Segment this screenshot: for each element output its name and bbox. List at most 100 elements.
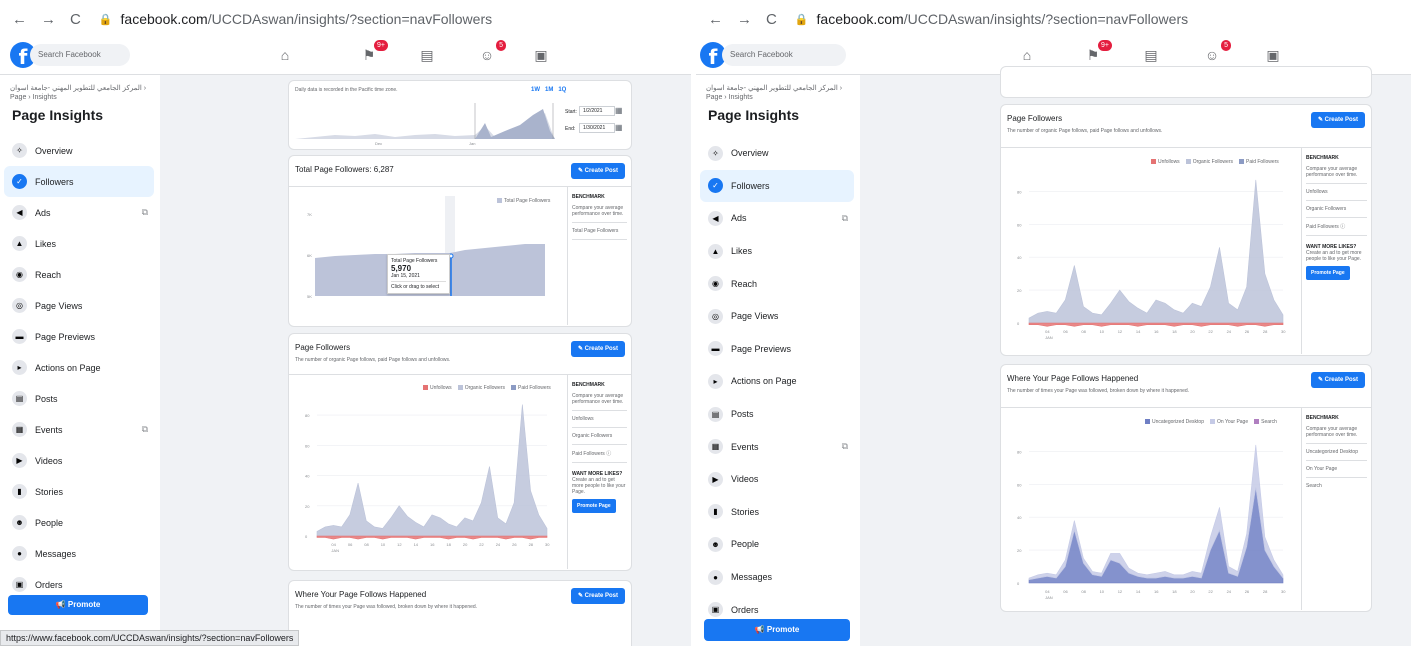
create-post-button[interactable]: ✎ Create Post [570,163,625,179]
sidebar-item-followers[interactable]: ✓ Followers [700,169,854,203]
legend-item: Unfollows [423,385,452,391]
create-post-button[interactable]: ✎ Create Post [1310,112,1365,128]
preview-icon: ▬ [12,329,27,344]
sidebar-item-overview[interactable]: ✧ Overview [700,137,854,170]
sidebar-item-page-views[interactable]: ◎ Page Views [4,290,154,321]
back-icon[interactable]: ← [12,11,27,28]
sidebar-item-videos[interactable]: ▶ Videos [4,445,154,476]
sidebar-item-videos[interactable]: ▶ Videos [700,463,854,496]
sidebar-item-stories[interactable]: ▮ Stories [700,496,854,529]
external-link-icon[interactable]: ⧉ [142,424,148,435]
create-post-button[interactable]: ✎ Create Post [570,341,625,357]
address-bar[interactable]: facebook.com/UCCDAswan/insights/?section… [817,11,1189,27]
sidebar-item-events[interactable]: ▦ Events ⧉ [4,414,154,445]
reload-icon[interactable]: C [766,11,777,28]
forward-icon[interactable]: → [41,11,56,28]
sidebar-item-actions-on-page[interactable]: ▸ Actions on Page [4,352,154,383]
sidebar-item-likes[interactable]: ▲ Likes [700,235,854,268]
messages-icon: ● [12,546,27,561]
calendar-icon[interactable]: ▦ [615,123,623,132]
sidebar-item-stories[interactable]: ▮ Stories [4,476,154,507]
sidebar-item-messages[interactable]: ● Messages [700,561,854,594]
sidebar-item-reach[interactable]: ◉ Reach [700,267,854,300]
benchmark-row[interactable]: Organic Followers [1306,201,1367,218]
benchmark-row[interactable]: Organic Followers [572,428,627,445]
pages-flag-icon[interactable]: ⚑ 9+ [1082,40,1112,66]
range-1m[interactable]: 1M [545,87,553,93]
info-icon[interactable]: ⓘ [606,451,611,457]
search-input[interactable]: Search Facebook [722,44,846,66]
x-tick-label: 08 [1081,589,1086,594]
home-icon[interactable]: ⌂ [1016,44,1038,66]
create-post-label: Create Post [584,346,618,352]
groups-icon[interactable]: ☺ 5 [476,40,506,66]
mini-timeline[interactable] [295,101,555,141]
forward-icon[interactable]: → [737,11,752,28]
sidebar-item-page-previews[interactable]: ▬ Page Previews [700,333,854,366]
external-link-icon[interactable]: ⧉ [842,213,848,224]
benchmark-row[interactable]: Total Page Followers [572,223,627,240]
y-tick-label: 40 [1017,515,1022,520]
sidebar-item-label: Orders [731,604,759,615]
sidebar-item-messages[interactable]: ● Messages [4,538,154,569]
sidebar-item-posts[interactable]: ▤ Posts [700,398,854,431]
breadcrumb[interactable]: المركز الجامعي للتطوير المهني -جامعة اسو… [706,84,846,102]
promote-page-button[interactable]: Promote Page [1306,266,1350,280]
breadcrumb[interactable]: المركز الجامعي للتطوير المهني -جامعة اسو… [10,84,150,102]
address-bar[interactable]: facebook.com/UCCDAswan/insights/?section… [121,11,493,27]
sidebar-item-overview[interactable]: ✧ Overview [4,135,154,166]
sidebar-item-events[interactable]: ▦ Events ⧉ [700,430,854,463]
range-1w[interactable]: 1W [531,87,540,93]
gaming-icon[interactable]: ▣ [530,44,552,66]
benchmark-row[interactable]: Paid Followers ⓘ [572,445,627,463]
benchmark-row[interactable]: Search [1306,478,1367,494]
sidebar-item-ads[interactable]: ◀ Ads ⧉ [700,202,854,235]
sidebar-item-page-views[interactable]: ◎ Page Views [700,300,854,333]
benchmark-row[interactable]: Paid Followers ⓘ [1306,218,1367,236]
groups-icon[interactable]: ☺ 5 [1201,40,1231,66]
start-date-field[interactable]: 1/2/2021 [579,106,615,116]
range-1q[interactable]: 1Q [558,87,566,93]
where-follows-chart[interactable]: 80 60 40 20 0 04 06 08 10 12 14 16 18 20 22 24 26 28 30 JAN [1015,431,1287,603]
back-icon[interactable]: ← [708,11,723,28]
promote-page-button[interactable]: Promote Page [572,499,616,513]
sidebar-item-likes[interactable]: ▲ Likes [4,228,154,259]
sidebar-item-people[interactable]: ☻ People [700,528,854,561]
marketplace-icon[interactable]: ▤ [416,44,438,66]
page-followers-chart[interactable]: 80 60 40 20 0 04 06 08 10 12 14 16 18 20 22 24 26 28 30 JAN [303,396,551,556]
sidebar-item-reach[interactable]: ◉ Reach [4,259,154,290]
calendar-icon[interactable]: ▦ [615,106,623,115]
sidebar-item-ads[interactable]: ◀ Ads ⧉ [4,197,154,228]
gaming-icon[interactable]: ▣ [1262,44,1284,66]
benchmark-row[interactable]: On Your Page [1306,461,1367,478]
page-followers-card: Page Followers The number of organic Pag… [1000,104,1372,356]
card-title: Page Followers [295,343,351,352]
promote-button[interactable]: 📢 Promote [704,619,850,641]
y-tick: 6K [307,253,312,258]
benchmark-row[interactable]: Unfollows [572,411,627,428]
sidebar-item-actions-on-page[interactable]: ▸ Actions on Page [700,365,854,398]
benchmark-row[interactable]: Unfollows [1306,184,1367,201]
sidebar-item-posts[interactable]: ▤ Posts [4,383,154,414]
promote-button[interactable]: 📢 Promote [8,595,148,615]
create-post-button[interactable]: ✎ Create Post [570,588,625,604]
legend-item: Organic Followers [1185,159,1233,165]
video-icon: ▶ [708,471,723,487]
home-icon[interactable]: ⌂ [274,44,296,66]
create-post-button[interactable]: ✎ Create Post [1310,372,1365,388]
pages-flag-icon[interactable]: ⚑ 9+ [358,40,388,66]
info-icon[interactable]: ⓘ [1340,224,1345,230]
marketplace-icon[interactable]: ▤ [1140,44,1162,66]
sidebar-item-followers[interactable]: ✓ Followers [4,166,154,197]
benchmark-row[interactable]: Uncategorized Desktop [1306,444,1367,461]
reload-icon[interactable]: C [70,11,81,28]
sidebar-item-people[interactable]: ☻ People [4,507,154,538]
sidebar-item-page-previews[interactable]: ▬ Page Previews [4,321,154,352]
search-input[interactable]: Search Facebook [30,44,130,66]
page-followers-chart[interactable]: 80 60 40 20 0 04 06 08 10 12 14 16 18 20 22 24 26 28 30 JAN [1015,171,1287,343]
end-date-field[interactable]: 1/30/2021 [579,123,615,133]
external-link-icon[interactable]: ⧉ [142,207,148,218]
more-likes-desc: Create an ad to get more people to like … [572,477,626,495]
legend-item: On Your Page [1209,419,1248,425]
external-link-icon[interactable]: ⧉ [842,441,848,452]
